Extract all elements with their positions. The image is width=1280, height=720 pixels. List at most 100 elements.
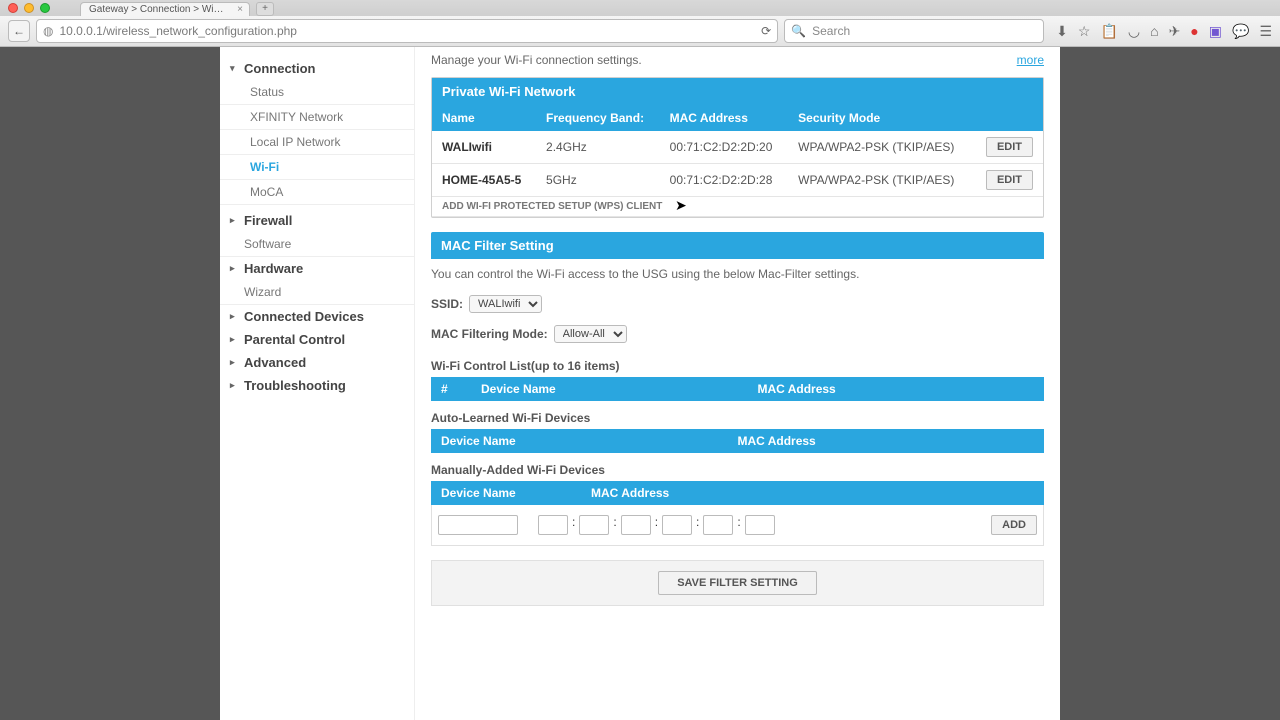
control-list-title: Wi-Fi Control List(up to 16 items)	[431, 349, 1044, 377]
sidebar-item-wifi[interactable]: Wi-Fi	[220, 155, 414, 180]
sidebar-group-troubleshooting[interactable]: ▸Troubleshooting	[220, 374, 414, 397]
mode-select[interactable]: Allow-All	[554, 325, 627, 343]
col-name: Name	[432, 105, 536, 131]
manual-header: Device Name MAC Address	[431, 481, 1044, 505]
sidebar-group-hardware[interactable]: ▸Hardware	[220, 257, 414, 280]
wps-row: ADD WI-FI PROTECTED SETUP (WPS) CLIENT	[432, 197, 1043, 217]
browser-toolbar: ← ◍ 10.0.0.1/wireless_network_configurat…	[0, 16, 1280, 46]
mac-octet-input[interactable]	[745, 515, 775, 535]
mac-octet-input[interactable]	[579, 515, 609, 535]
col-actions	[973, 105, 1043, 131]
sidebar-item-wizard[interactable]: Wizard	[220, 280, 414, 305]
sidebar-group-parental-control[interactable]: ▸Parental Control	[220, 328, 414, 351]
sidebar-group-connected-devices[interactable]: ▸Connected Devices	[220, 305, 414, 328]
caret-right-icon: ▸	[230, 311, 240, 322]
sidebar-group-label: Connection	[244, 61, 316, 76]
sidebar: ▾ Connection Status XFINITY Network Loca…	[220, 47, 415, 720]
panel-title: Private Wi-Fi Network	[432, 78, 1043, 105]
wifi-name: HOME-45A5-5	[432, 164, 536, 197]
sidebar-group-advanced[interactable]: ▸Advanced	[220, 351, 414, 374]
page: ▾ Connection Status XFINITY Network Loca…	[220, 47, 1060, 720]
back-button[interactable]: ←	[8, 20, 30, 42]
add-button[interactable]: ADD	[991, 515, 1037, 535]
more-link[interactable]: more	[1017, 53, 1044, 67]
sidebar-item-local-ip[interactable]: Local IP Network	[220, 130, 414, 155]
refresh-icon[interactable]: ⟳	[761, 24, 771, 38]
mac-filter-desc: You can control the Wi-Fi access to the …	[431, 259, 1044, 289]
caret-right-icon: ▸	[230, 334, 240, 345]
col-device-name: Device Name	[481, 382, 758, 396]
mac-octet-input[interactable]	[662, 515, 692, 535]
edit-button[interactable]: EDIT	[986, 137, 1033, 157]
download-icon[interactable]: ⬇	[1056, 23, 1068, 40]
window-controls[interactable]	[8, 3, 50, 13]
sidebar-item-moca[interactable]: MoCA	[220, 180, 414, 205]
col-band: Frequency Band:	[536, 105, 660, 131]
pocket-icon[interactable]: ◡	[1128, 23, 1140, 40]
sidebar-item-status[interactable]: Status	[220, 80, 414, 105]
ext2-icon[interactable]: ▣	[1209, 23, 1222, 40]
table-header-row: Name Frequency Band: MAC Address Securit…	[432, 105, 1043, 131]
ssid-row: SSID: WALIwifi	[431, 289, 1044, 319]
mac-octet-input[interactable]	[538, 515, 568, 535]
table-row: WALIwifi 2.4GHz 00:71:C2:D2:2D:20 WPA/WP…	[432, 131, 1043, 164]
clipboard-icon[interactable]: 📋	[1100, 23, 1117, 40]
close-window-icon[interactable]	[8, 3, 18, 13]
mac-octet-input[interactable]	[703, 515, 733, 535]
send-icon[interactable]: ✈	[1169, 23, 1181, 40]
browser-chrome: Gateway > Connection > Wi-F… × + ← ◍ 10.…	[0, 0, 1280, 47]
close-tab-icon[interactable]: ×	[237, 4, 243, 15]
device-name-input-wrap	[438, 515, 518, 535]
col-num: #	[441, 382, 481, 396]
wifi-mac: 00:71:C2:D2:2D:28	[660, 164, 789, 197]
col-sec: Security Mode	[788, 105, 973, 131]
ext1-icon[interactable]: ●	[1190, 23, 1198, 39]
mac-octet-input[interactable]	[621, 515, 651, 535]
address-bar[interactable]: ◍ 10.0.0.1/wireless_network_configuratio…	[36, 19, 778, 43]
sidebar-group-firewall[interactable]: ▸Firewall	[220, 209, 414, 232]
auto-learned-title: Auto-Learned Wi-Fi Devices	[431, 401, 1044, 429]
url-text: 10.0.0.1/wireless_network_configuration.…	[59, 24, 755, 38]
edit-button[interactable]: EDIT	[986, 170, 1033, 190]
browser-tab[interactable]: Gateway > Connection > Wi-F… ×	[80, 2, 250, 16]
globe-icon: ◍	[43, 24, 53, 38]
manual-add-row: : : : : : ADD	[431, 505, 1044, 546]
wifi-mac: 00:71:C2:D2:2D:20	[660, 131, 789, 164]
caret-right-icon: ▸	[230, 357, 240, 368]
caret-right-icon: ▸	[230, 380, 240, 391]
maximize-window-icon[interactable]	[40, 3, 50, 13]
sidebar-group-connection[interactable]: ▾ Connection	[220, 57, 414, 80]
sidebar-item-xfinity-network[interactable]: XFINITY Network	[220, 105, 414, 130]
mac-address-inputs: : : : : :	[538, 515, 775, 535]
search-placeholder: Search	[812, 24, 850, 38]
sidebar-item-software[interactable]: Software	[220, 232, 414, 257]
tab-title: Gateway > Connection > Wi-F…	[89, 4, 233, 15]
content: Manage your Wi-Fi connection settings. m…	[415, 47, 1060, 720]
search-box[interactable]: 🔍 Search	[784, 19, 1044, 43]
col-device-name: Device Name	[441, 486, 591, 500]
caret-down-icon: ▾	[230, 63, 240, 74]
col-mac: MAC Address	[738, 434, 1035, 448]
auto-learned-header: Device Name MAC Address	[431, 429, 1044, 453]
private-wifi-panel: Private Wi-Fi Network Name Frequency Ban…	[431, 77, 1044, 218]
caret-right-icon: ▸	[230, 263, 240, 274]
mode-label: MAC Filtering Mode:	[431, 327, 548, 341]
home-icon[interactable]: ⌂	[1150, 23, 1158, 39]
caret-right-icon: ▸	[230, 215, 240, 226]
save-filter-button[interactable]: SAVE FILTER SETTING	[658, 571, 817, 595]
bookmark-icon[interactable]: ☆	[1078, 23, 1091, 40]
new-tab-button[interactable]: +	[256, 2, 274, 16]
col-mac: MAC Address	[660, 105, 789, 131]
chat-icon[interactable]: 💬	[1232, 23, 1249, 40]
col-mac: MAC Address	[591, 486, 1034, 500]
mode-row: MAC Filtering Mode: Allow-All	[431, 319, 1044, 349]
wps-link[interactable]: ADD WI-FI PROTECTED SETUP (WPS) CLIENT	[442, 201, 662, 212]
ssid-select[interactable]: WALIwifi	[469, 295, 542, 313]
menu-icon[interactable]: ☰	[1259, 23, 1272, 40]
device-name-input[interactable]	[438, 515, 518, 535]
control-list-header: # Device Name MAC Address	[431, 377, 1044, 401]
intro-row: Manage your Wi-Fi connection settings. m…	[431, 53, 1044, 77]
col-mac: MAC Address	[758, 382, 1035, 396]
minimize-window-icon[interactable]	[24, 3, 34, 13]
wifi-band: 2.4GHz	[536, 131, 660, 164]
